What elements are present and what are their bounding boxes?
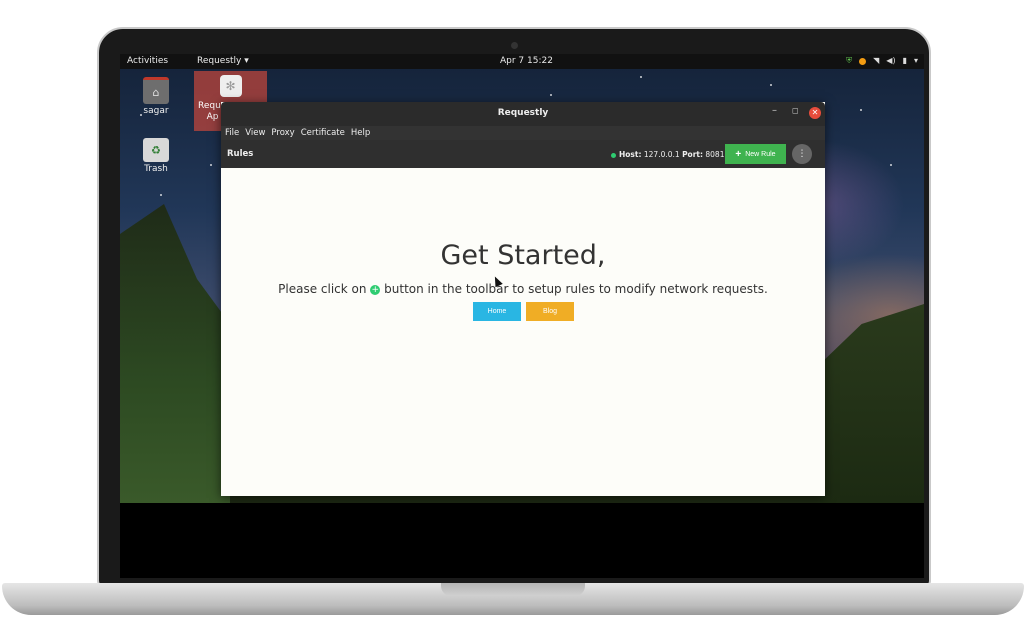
menu-bar: File View Proxy Certificate Help	[221, 126, 825, 140]
gnome-top-bar: Activities Requestly ▾ Apr 7 15:22 ⛨ ◥ ◀…	[120, 54, 924, 69]
add-circle-icon: +	[370, 284, 381, 295]
volume-icon[interactable]: ◀)	[886, 56, 895, 66]
port-label: Port:	[682, 150, 703, 159]
new-rule-button[interactable]: + New Rule	[725, 144, 786, 164]
requestly-window: Requestly – ◻ ✕ File View Proxy Certific…	[221, 102, 825, 496]
port-value: 8081	[705, 150, 725, 159]
app-menu[interactable]: Requestly ▾	[197, 56, 249, 66]
menu-view[interactable]: View	[245, 128, 265, 138]
section-title: Rules	[227, 149, 254, 159]
link-buttons: Home Blog	[473, 302, 574, 321]
close-icon[interactable]: ✕	[809, 107, 821, 119]
menu-help[interactable]: Help	[351, 128, 370, 138]
mountain-left	[120, 204, 230, 503]
host-value: 127.0.0.1	[643, 150, 680, 159]
instructions-text: Please click on + button in the toolbar …	[221, 282, 825, 296]
battery-icon[interactable]: ▮	[903, 56, 907, 66]
shield-icon[interactable]: ⛨	[846, 56, 852, 66]
menu-file[interactable]: File	[225, 128, 239, 138]
desktop-icon-trash[interactable]: ♻ Trash	[126, 138, 186, 174]
rules-content: Get Started, Please click on + button in…	[221, 168, 825, 496]
laptop-notch	[441, 583, 585, 596]
page-title: Get Started,	[440, 240, 606, 271]
new-rule-label: New Rule	[745, 150, 776, 158]
system-tray[interactable]: ⛨ ◥ ◀) ▮ ▾	[846, 56, 918, 66]
proxy-status: Host: 127.0.0.1 Port: 8081	[611, 150, 724, 159]
desktop-screen: Activities Requestly ▾ Apr 7 15:22 ⛨ ◥ ◀…	[120, 54, 924, 503]
instructions-text-before: Please click on	[278, 282, 367, 296]
chevron-down-icon[interactable]: ▾	[914, 56, 918, 66]
instructions-text-after: button in the toolbar to setup rules to …	[384, 282, 768, 296]
menu-proxy[interactable]: Proxy	[271, 128, 294, 138]
more-options-icon[interactable]: ⋮	[792, 144, 812, 164]
requestly-app-icon: ✻	[219, 75, 242, 97]
window-title: Requestly	[497, 108, 549, 118]
maximize-icon[interactable]: ◻	[792, 106, 799, 115]
window-titlebar[interactable]: Requestly – ◻ ✕	[221, 102, 825, 126]
trash-icon: ♻	[143, 138, 169, 162]
home-button[interactable]: Home	[473, 302, 521, 321]
activities-button[interactable]: Activities	[127, 56, 168, 66]
desktop-icon-label: sagar	[143, 106, 169, 116]
desktop-icon-home[interactable]: ⌂ sagar	[126, 77, 186, 116]
minimize-icon[interactable]: –	[772, 105, 777, 116]
host-label: Host:	[619, 150, 642, 159]
screen-bezel-bottom	[120, 503, 924, 578]
webcam	[511, 42, 518, 49]
blog-button[interactable]: Blog	[526, 302, 574, 321]
menu-certificate[interactable]: Certificate	[301, 128, 345, 138]
home-folder-icon: ⌂	[143, 77, 169, 104]
app-toolbar: Rules Host: 127.0.0.1 Port: 8081 + New R…	[221, 140, 825, 168]
clock[interactable]: Apr 7 15:22	[500, 56, 553, 66]
status-dot-icon	[611, 152, 616, 158]
mountain-right	[820, 304, 924, 503]
desktop-icon-label: Trash	[144, 164, 168, 174]
plus-icon: +	[735, 148, 742, 160]
wifi-icon[interactable]: ◥	[873, 56, 879, 66]
orange-dot-icon[interactable]	[859, 57, 867, 65]
